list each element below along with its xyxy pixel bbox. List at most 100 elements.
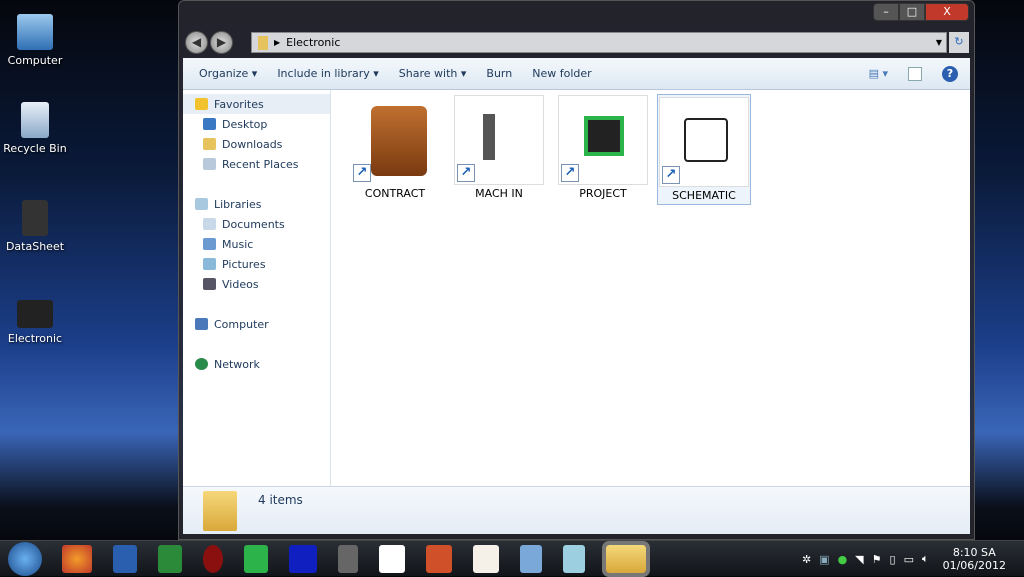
label: Electronic bbox=[7, 332, 63, 345]
file-list: ↗ CONTRACT ↗ MACH IN ↗ PROJECT ↗ SCHEMATIC bbox=[331, 90, 970, 486]
desktop-icon-computer[interactable]: Computer bbox=[0, 14, 70, 67]
minimize-button[interactable]: – bbox=[873, 3, 899, 21]
label: CONTRACT bbox=[364, 187, 426, 200]
refresh-icon[interactable]: ↻ bbox=[949, 32, 969, 53]
star-icon bbox=[195, 98, 208, 110]
file-item-contract[interactable]: ↗ CONTRACT bbox=[349, 95, 441, 200]
nav-documents[interactable]: Documents bbox=[183, 214, 330, 234]
explorer-window: – □ X ◀ ▶ ▶ Electronic ▼ ↻ Organize ▾ Inc… bbox=[178, 0, 975, 540]
clock[interactable]: 8:10 SA 01/06/2012 bbox=[943, 546, 1006, 572]
desktop-icon-electronic[interactable]: Electronic bbox=[0, 300, 70, 345]
shortcut-arrow-icon: ↗ bbox=[353, 164, 371, 182]
new-folder-button[interactable]: New folder bbox=[532, 67, 591, 80]
nav-network[interactable]: Network bbox=[183, 354, 330, 374]
tray-globe-icon[interactable]: ● bbox=[838, 553, 848, 566]
taskbar-notepad-icon[interactable] bbox=[563, 544, 585, 573]
mach-icon bbox=[483, 114, 495, 160]
taskbar: ✲ ▣ ● ◥ ⚑ ▯ ▭ 🔈︎ 8:10 SA 01/06/2012 bbox=[0, 540, 1024, 577]
preview-pane-icon[interactable] bbox=[908, 66, 922, 81]
tray-e-icon[interactable]: ▣ bbox=[819, 553, 829, 566]
back-button[interactable]: ◀ bbox=[185, 31, 208, 54]
nav-recent-places[interactable]: Recent Places bbox=[183, 154, 330, 174]
file-item-project[interactable]: ↗ PROJECT bbox=[557, 95, 649, 200]
taskbar-excel-icon[interactable] bbox=[158, 544, 182, 573]
close-button[interactable]: X bbox=[925, 3, 969, 21]
taskbar-cat-icon[interactable] bbox=[473, 544, 499, 573]
network-icon[interactable]: ▭ bbox=[904, 553, 914, 566]
nav-desktop[interactable]: Desktop bbox=[183, 114, 330, 134]
label: Pictures bbox=[222, 257, 266, 271]
desktop-icon-recycle-bin[interactable]: Recycle Bin bbox=[0, 102, 70, 155]
network-icon bbox=[195, 358, 208, 370]
taskbar-word-icon[interactable] bbox=[113, 544, 137, 573]
date: 01/06/2012 bbox=[942, 559, 1006, 572]
taskbar-calculator-icon[interactable] bbox=[520, 544, 542, 573]
taskbar-schematic-icon[interactable] bbox=[379, 544, 405, 573]
tray-network-icon[interactable]: ◥ bbox=[855, 553, 863, 566]
volume-icon[interactable]: 🔈︎ bbox=[922, 552, 929, 566]
contract-icon bbox=[371, 106, 427, 176]
label: Documents bbox=[222, 217, 285, 231]
tray-app-icon[interactable]: ✲ bbox=[802, 553, 811, 566]
shortcut-arrow-icon: ↗ bbox=[561, 164, 579, 182]
desktop-icon bbox=[203, 118, 216, 130]
downloads-icon bbox=[203, 138, 216, 150]
taskbar-firefox-icon[interactable] bbox=[62, 544, 92, 573]
music-icon bbox=[203, 238, 216, 250]
label: Recycle Bin bbox=[3, 142, 67, 155]
label: Videos bbox=[222, 277, 259, 291]
folder-icon bbox=[258, 35, 268, 50]
flag-icon[interactable]: ⚑ bbox=[872, 553, 882, 566]
time: 8:10 SA bbox=[952, 546, 996, 559]
view-icon[interactable]: ▤ ▾ bbox=[869, 67, 888, 80]
libraries-icon bbox=[195, 198, 208, 210]
taskbar-mach-icon[interactable] bbox=[338, 544, 358, 573]
forward-button[interactable]: ▶ bbox=[210, 31, 233, 54]
nav-computer[interactable]: Computer bbox=[183, 314, 330, 334]
schematic-icon bbox=[684, 118, 728, 162]
taskbar-powerpoint-icon[interactable] bbox=[426, 544, 452, 573]
start-button[interactable] bbox=[8, 541, 42, 576]
nav-favorites[interactable]: Favorites bbox=[183, 94, 330, 114]
label: Share with bbox=[398, 67, 458, 80]
file-item-mach-in[interactable]: ↗ MACH IN bbox=[453, 95, 545, 200]
taskbar-bug-icon[interactable] bbox=[203, 544, 223, 573]
nav-pictures[interactable]: Pictures bbox=[183, 254, 330, 274]
burn-button[interactable]: Burn bbox=[486, 67, 512, 80]
computer-icon bbox=[17, 14, 53, 50]
datasheet-icon bbox=[22, 200, 48, 236]
navigation-pane: Favorites Desktop Downloads Recent Place… bbox=[183, 90, 331, 486]
documents-icon bbox=[203, 218, 216, 230]
nav-downloads[interactable]: Downloads bbox=[183, 134, 330, 154]
label: Computer bbox=[7, 54, 63, 67]
nav-music[interactable]: Music bbox=[183, 234, 330, 254]
nav-videos[interactable]: Videos bbox=[183, 274, 330, 294]
item-count: 4 items bbox=[258, 493, 303, 507]
share-with-button[interactable]: Share with ▾ bbox=[399, 67, 467, 80]
breadcrumb-arrow-icon: ▶ bbox=[274, 38, 281, 47]
recycle-bin-icon bbox=[21, 102, 49, 138]
desktop-icon-datasheet[interactable]: DataSheet bbox=[0, 200, 70, 253]
battery-icon[interactable]: ▯ bbox=[890, 553, 896, 566]
nav-libraries[interactable]: Libraries bbox=[183, 194, 330, 214]
breadcrumb[interactable]: Electronic bbox=[286, 36, 340, 49]
project-chip-icon bbox=[584, 116, 624, 156]
maximize-button[interactable]: □ bbox=[899, 3, 925, 21]
file-item-schematic[interactable]: ↗ SCHEMATIC bbox=[657, 94, 751, 205]
chevron-down-icon[interactable]: ▼ bbox=[936, 38, 942, 47]
taskbar-isis-icon[interactable] bbox=[289, 544, 317, 573]
include-in-library-button[interactable]: Include in library ▾ bbox=[277, 67, 378, 80]
taskbar-explorer-icon[interactable] bbox=[602, 540, 650, 577]
folder-icon bbox=[203, 491, 237, 531]
taskbar-c-app-icon[interactable] bbox=[244, 544, 268, 573]
label: Network bbox=[214, 357, 260, 371]
address-bar[interactable]: ▶ Electronic ▼ bbox=[251, 32, 947, 53]
help-icon[interactable]: ? bbox=[942, 65, 958, 82]
label: Favorites bbox=[214, 97, 264, 111]
details-pane: 4 items bbox=[183, 486, 970, 534]
label: Downloads bbox=[222, 137, 283, 151]
recent-places-icon bbox=[203, 158, 216, 170]
organize-button[interactable]: Organize ▾ bbox=[199, 67, 257, 80]
label: Computer bbox=[214, 317, 269, 331]
label: PROJECT bbox=[579, 187, 627, 200]
